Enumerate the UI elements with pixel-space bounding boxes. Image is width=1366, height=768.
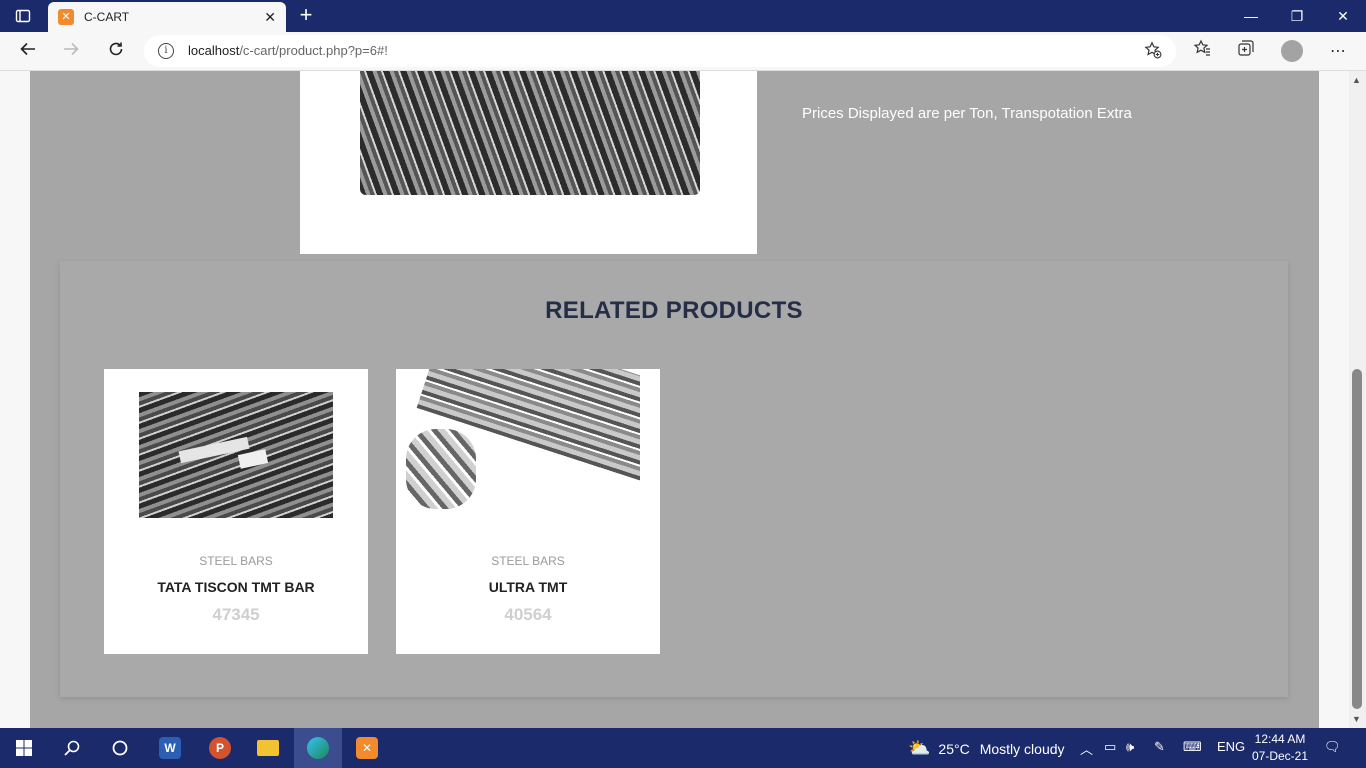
product-name[interactable]: TATA TISCON TMT BAR: [104, 579, 368, 595]
collections-icon[interactable]: [1233, 39, 1259, 65]
page-overlay: Prices Displayed are per Ton, Transpotat…: [30, 71, 1319, 728]
product-price: 47345: [212, 605, 260, 624]
product-name[interactable]: ULTRA TMT: [396, 579, 660, 595]
page-scrollbar[interactable]: ▲ ▼: [1349, 71, 1366, 728]
scroll-down-icon[interactable]: ▼: [1352, 714, 1361, 724]
pen-icon[interactable]: ✎: [1154, 739, 1165, 755]
product-main-image: [300, 71, 757, 254]
start-icon[interactable]: [0, 728, 48, 768]
refresh-button[interactable]: [102, 38, 130, 66]
tab-actions-icon[interactable]: [8, 5, 38, 27]
info-icon[interactable]: i: [158, 43, 174, 59]
browser-toolbar: i localhost/c-cart/product.php?p=6#! ⋯: [0, 32, 1366, 71]
language-indicator[interactable]: ENG: [1217, 739, 1245, 754]
browser-tab[interactable]: ✕ C-CART ✕: [48, 2, 286, 32]
product-image[interactable]: [396, 369, 640, 519]
meet-now-icon[interactable]: ▭: [1104, 739, 1116, 755]
product-card-ultra-tmt[interactable]: STEEL BARS ULTRA TMT 40564: [396, 369, 660, 654]
profile-avatar[interactable]: [1281, 40, 1303, 62]
product-price: 40564: [504, 605, 552, 624]
add-favorite-icon[interactable]: [1144, 41, 1162, 64]
restore-button[interactable]: ❐: [1274, 0, 1320, 32]
weather-widget[interactable]: ⛅ 25°C Mostly cloudy: [908, 738, 1065, 759]
weather-temp: 25°C: [938, 740, 970, 757]
weather-cloudy-icon: ⛅: [908, 738, 931, 758]
xampp-icon[interactable]: ✕: [343, 728, 391, 768]
word-icon[interactable]: W: [146, 728, 194, 768]
price-note: Prices Displayed are per Ton, Transpotat…: [802, 105, 1132, 122]
clock-time: 12:44 AM: [1254, 732, 1306, 746]
url-text[interactable]: localhost/c-cart/product.php?p=6#!: [188, 43, 388, 58]
minimize-button[interactable]: —: [1228, 0, 1274, 32]
product-image[interactable]: [139, 392, 333, 518]
product-card-tata-tiscon[interactable]: STEEL BARS TATA TISCON TMT BAR 47345: [104, 369, 368, 654]
search-icon[interactable]: [48, 728, 96, 768]
favorites-icon[interactable]: [1189, 39, 1215, 65]
keyboard-icon[interactable]: ⌨: [1183, 739, 1202, 755]
product-category: STEEL BARS: [491, 554, 565, 568]
notification-icon[interactable]: 🗨: [1324, 739, 1341, 755]
forward-button[interactable]: [57, 38, 85, 66]
tab-title: C-CART: [84, 10, 130, 24]
edge-icon[interactable]: [294, 728, 342, 768]
close-window-button[interactable]: ✕: [1320, 0, 1366, 32]
related-products-section: RELATED PRODUCTS STEEL BARS TATA TISCON …: [60, 261, 1288, 697]
related-products-title: RELATED PRODUCTS: [545, 297, 803, 324]
new-tab-button[interactable]: +: [294, 4, 318, 28]
product-category: STEEL BARS: [199, 554, 273, 568]
more-menu-icon[interactable]: ⋯: [1325, 39, 1351, 65]
clock[interactable]: 12:44 AM 07-Dec-21: [1248, 731, 1312, 765]
clock-date: 07-Dec-21: [1251, 749, 1309, 763]
chevron-up-icon[interactable]: ︿: [1080, 739, 1093, 758]
volume-icon[interactable]: 🕪: [1126, 739, 1134, 755]
weather-text: Mostly cloudy: [979, 740, 1065, 757]
scroll-up-icon[interactable]: ▲: [1352, 75, 1361, 85]
windows-taskbar: W P ✕ ⛅ 25°C Mostly cloudy ︿ ▭ 🕪 ✎ ⌨ ENG…: [0, 728, 1366, 768]
cortana-icon[interactable]: [96, 728, 144, 768]
back-button[interactable]: [14, 38, 42, 66]
xampp-icon: ✕: [58, 9, 74, 25]
address-bar[interactable]: i localhost/c-cart/product.php?p=6#!: [144, 35, 1176, 67]
tab-close-icon[interactable]: ✕: [264, 9, 276, 26]
page-viewport: Prices Displayed are per Ton, Transpotat…: [0, 71, 1349, 728]
file-explorer-icon[interactable]: [244, 728, 292, 768]
browser-titlebar: ✕ C-CART ✕ + — ❐ ✕: [0, 0, 1366, 32]
powerpoint-icon[interactable]: P: [196, 728, 244, 768]
scroll-thumb[interactable]: [1352, 369, 1362, 709]
